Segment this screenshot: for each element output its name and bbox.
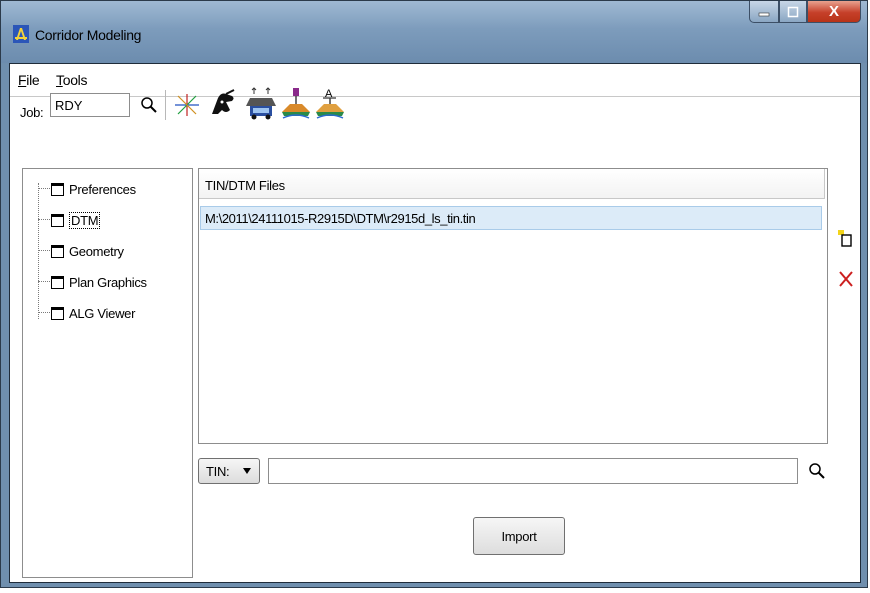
title-bar[interactable]: Corridor Modeling X bbox=[1, 1, 867, 63]
car-roadway-icon[interactable] bbox=[244, 86, 278, 122]
window-icon bbox=[51, 306, 64, 320]
tree-item-label: ALG Viewer bbox=[69, 305, 136, 321]
tree-connector bbox=[38, 219, 50, 220]
tree-item-plan-graphics[interactable]: Plan Graphics bbox=[51, 272, 147, 292]
tree-item-alg-viewer[interactable]: ALG Viewer bbox=[51, 303, 135, 323]
menu-tools-label: ools bbox=[62, 72, 88, 88]
menu-file-label: ile bbox=[26, 72, 40, 88]
navigation-tree: Preferences DTM Geometry Plan Graphics A… bbox=[22, 168, 193, 578]
job-input[interactable] bbox=[50, 93, 130, 117]
list-item[interactable]: M:\2011\24111015-R2915D\DTM\r2915d_ls_ti… bbox=[200, 206, 822, 230]
tree-item-preferences[interactable]: Preferences bbox=[51, 179, 136, 199]
tree-item-dtm[interactable]: DTM bbox=[51, 210, 101, 230]
window-icon bbox=[51, 275, 64, 289]
tree-item-label: DTM bbox=[69, 211, 101, 229]
tin-dtm-file-list[interactable]: TIN/DTM Files M:\2011\24111015-R2915D\DT… bbox=[198, 168, 828, 444]
axis-icon[interactable] bbox=[172, 90, 202, 120]
hand-pen-icon[interactable] bbox=[208, 88, 238, 120]
maximize-icon bbox=[787, 6, 799, 17]
job-label: Job: bbox=[20, 105, 44, 120]
column-header-label: TIN/DTM Files bbox=[205, 178, 285, 193]
tree-connector bbox=[38, 183, 39, 319]
tree-connector bbox=[38, 250, 50, 251]
toolbar-separator bbox=[165, 90, 166, 120]
new-file-icon[interactable] bbox=[838, 230, 854, 248]
tree-connector bbox=[38, 188, 50, 189]
window-title: Corridor Modeling bbox=[35, 27, 142, 43]
window-icon bbox=[51, 244, 64, 258]
minimize-button[interactable] bbox=[749, 1, 779, 23]
tree-item-label: Preferences bbox=[69, 181, 136, 197]
template-a-icon[interactable]: A bbox=[314, 86, 346, 122]
menu-tools-accel: T bbox=[56, 72, 63, 88]
client-area: File Tools Job: RDY A Preferences DTM Ge… bbox=[9, 63, 861, 583]
menu-bar: File Tools bbox=[10, 64, 860, 97]
search-icon[interactable] bbox=[140, 96, 158, 114]
import-button[interactable]: Import bbox=[473, 517, 565, 555]
tree-item-geometry[interactable]: Geometry bbox=[51, 241, 124, 261]
menu-tools[interactable]: Tools bbox=[56, 72, 87, 88]
tree-connector bbox=[38, 281, 50, 282]
close-button[interactable]: X bbox=[807, 1, 861, 23]
tree-item-label: Plan Graphics bbox=[69, 274, 147, 290]
window-icon bbox=[51, 213, 64, 227]
tree-connector bbox=[38, 312, 50, 313]
tree-item-label: Geometry bbox=[69, 243, 124, 259]
delete-icon[interactable] bbox=[838, 270, 854, 288]
app-icon bbox=[13, 25, 29, 43]
window-icon bbox=[51, 182, 64, 196]
column-header[interactable]: TIN/DTM Files bbox=[199, 169, 825, 199]
tin-dropdown[interactable]: TIN: bbox=[198, 458, 260, 484]
template-sign-icon[interactable] bbox=[280, 86, 312, 122]
minimize-icon bbox=[758, 12, 770, 16]
close-icon: X bbox=[828, 3, 839, 20]
corridor-modeling-window: Corridor Modeling X File Tools Job: RDY … bbox=[0, 0, 868, 588]
tin-dropdown-label: TIN: bbox=[206, 464, 230, 479]
maximize-button[interactable] bbox=[779, 1, 807, 23]
chevron-down-icon bbox=[243, 468, 251, 474]
file-path: M:\2011\24111015-R2915D\DTM\r2915d_ls_ti… bbox=[205, 211, 476, 226]
search-icon[interactable] bbox=[808, 462, 826, 480]
tin-path-input[interactable] bbox=[268, 458, 798, 484]
menu-file[interactable]: File bbox=[18, 72, 40, 88]
